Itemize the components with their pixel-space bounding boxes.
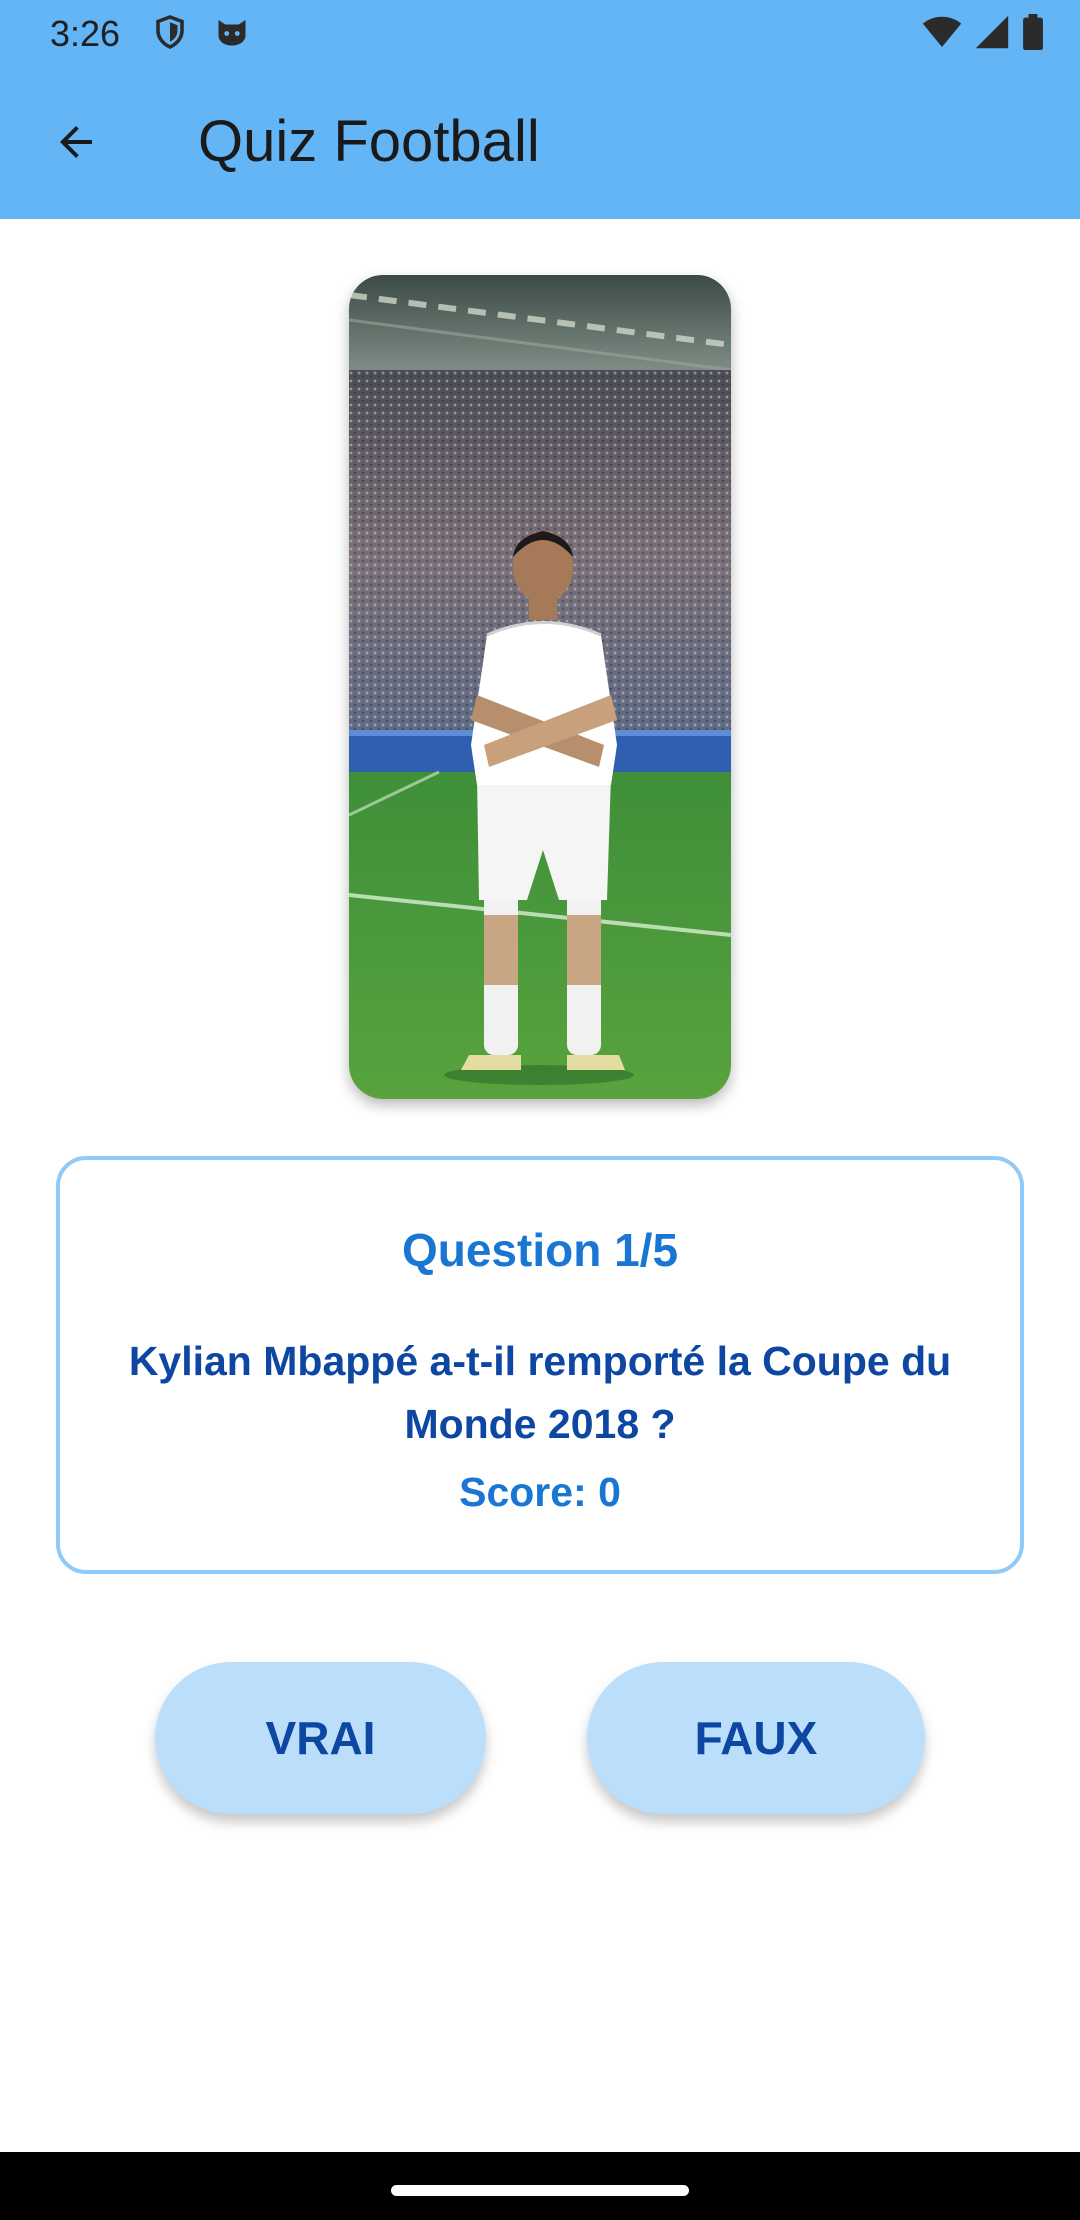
navigation-bar: [0, 2152, 1080, 2220]
status-time: 3:26: [50, 13, 121, 54]
page-title: Quiz Football: [198, 109, 540, 174]
arrow-back-icon: [52, 118, 100, 171]
shield-icon: [152, 14, 188, 50]
signal-icon: [974, 14, 1010, 55]
cat-face-icon: [214, 14, 250, 50]
question-counter: Question 1/5: [401, 1224, 679, 1276]
back-button[interactable]: [46, 114, 106, 174]
home-indicator[interactable]: [391, 2185, 689, 2196]
question-text: Kylian Mbappé a-t-il remporté la Coupe d…: [128, 1338, 952, 1447]
question-card: Question 1/5 Kylian Mbappé a-t-il rempor…: [56, 1156, 1024, 1574]
battery-icon: [1022, 14, 1044, 55]
app-bar: 3:26 Quiz Football: [0, 0, 1080, 219]
wifi-icon: [922, 14, 962, 55]
true-button[interactable]: VRAI: [155, 1662, 486, 1814]
score-text: Score: 0: [459, 1469, 621, 1515]
false-button[interactable]: FAUX: [587, 1662, 925, 1814]
player-image: [349, 275, 731, 1099]
